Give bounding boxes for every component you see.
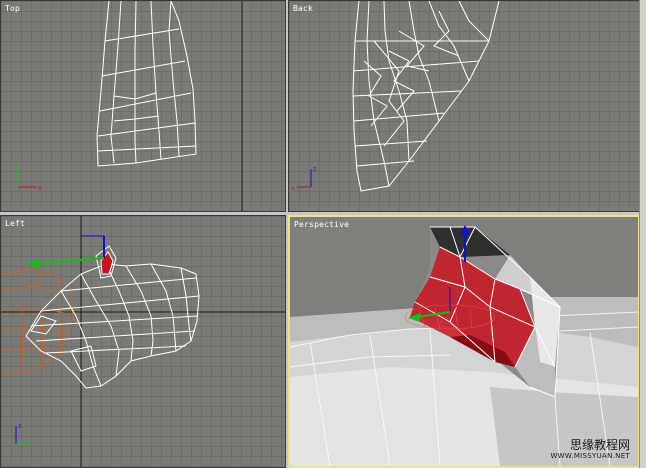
viewport-left[interactable]: Left z y [0, 215, 286, 468]
vertical-scrollbar[interactable] [639, 0, 646, 468]
svg-text:z: z [18, 423, 22, 430]
perspective-shaded-model [290, 225, 638, 466]
svg-text:y: y [32, 442, 36, 449]
svg-text:y: y [15, 163, 19, 170]
move-gizmo-icon [25, 235, 105, 268]
viewport-perspective[interactable]: Perspective 思缘教程网 WWW.MISSYUAN.NET [288, 215, 640, 468]
svg-text:z: z [313, 166, 317, 173]
viewport-label-left[interactable]: Left [5, 219, 25, 228]
selected-ear-polygons [100, 251, 114, 275]
watermark-text: 思缘教程网 [569, 438, 630, 452]
back-wireframe: z x [291, 1, 500, 192]
viewport-back[interactable]: Back z x [288, 0, 640, 212]
viewport-top[interactable]: Top y x [0, 0, 286, 212]
viewport-label-back[interactable]: Back [293, 4, 313, 13]
left-wireframe: z y [1, 216, 285, 467]
viewport-label-perspective[interactable]: Perspective [294, 220, 349, 229]
axis-tripod-icon: z y [15, 423, 36, 449]
watermark-url: WWW.MISSYUAN.NET [550, 452, 630, 460]
watermark: 思缘教程网 WWW.MISSYUAN.NET [550, 438, 630, 460]
axis-tripod-icon: y x [15, 163, 42, 192]
svg-text:x: x [291, 185, 295, 192]
axis-tripod-icon: z x [291, 166, 317, 192]
svg-text:x: x [38, 185, 42, 192]
viewport-label-top[interactable]: Top [5, 4, 20, 13]
top-wireframe: y x [15, 1, 243, 211]
